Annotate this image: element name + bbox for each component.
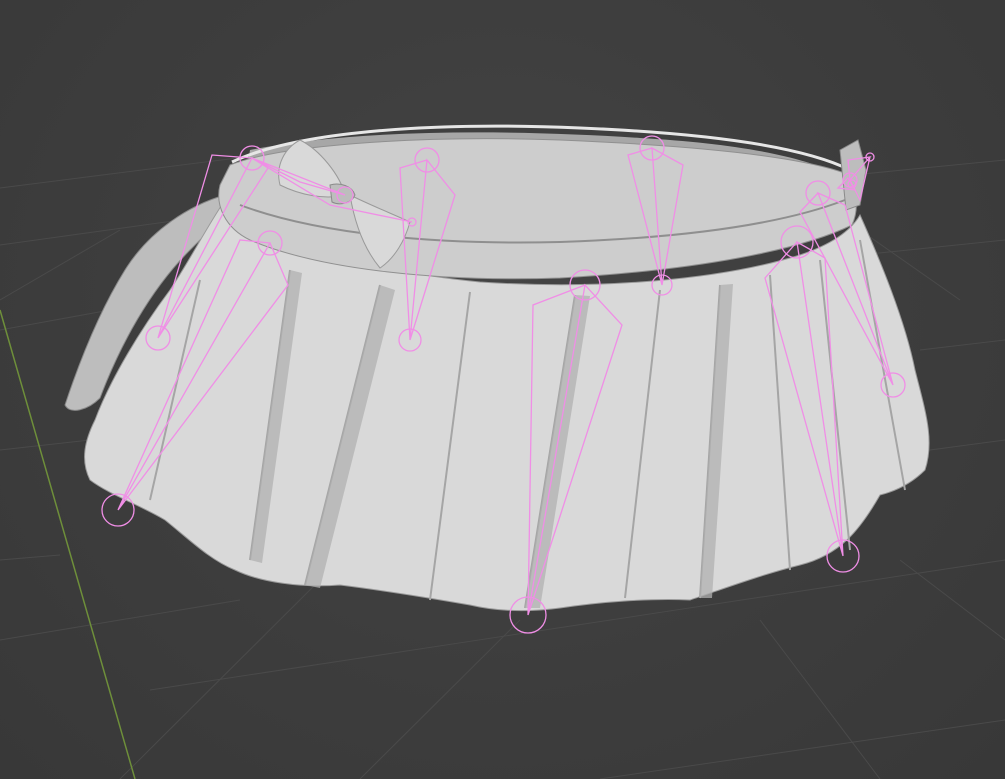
grid-line xyxy=(899,559,1005,641)
grid-line xyxy=(0,309,111,331)
grid-line xyxy=(0,439,91,451)
skirt-mesh[interactable] xyxy=(64,124,930,612)
grid-line xyxy=(759,619,881,779)
grid-line xyxy=(599,719,1005,779)
grid-line xyxy=(119,559,341,779)
grid-line xyxy=(0,229,121,301)
grid-line xyxy=(359,619,521,779)
grid-line xyxy=(0,599,241,641)
grid-line xyxy=(0,554,61,561)
grid-line xyxy=(859,239,1005,256)
grid-line xyxy=(929,439,1005,451)
grid-line xyxy=(919,339,1005,351)
viewport-canvas[interactable] xyxy=(0,0,1005,779)
3d-viewport[interactable] xyxy=(0,0,1005,779)
